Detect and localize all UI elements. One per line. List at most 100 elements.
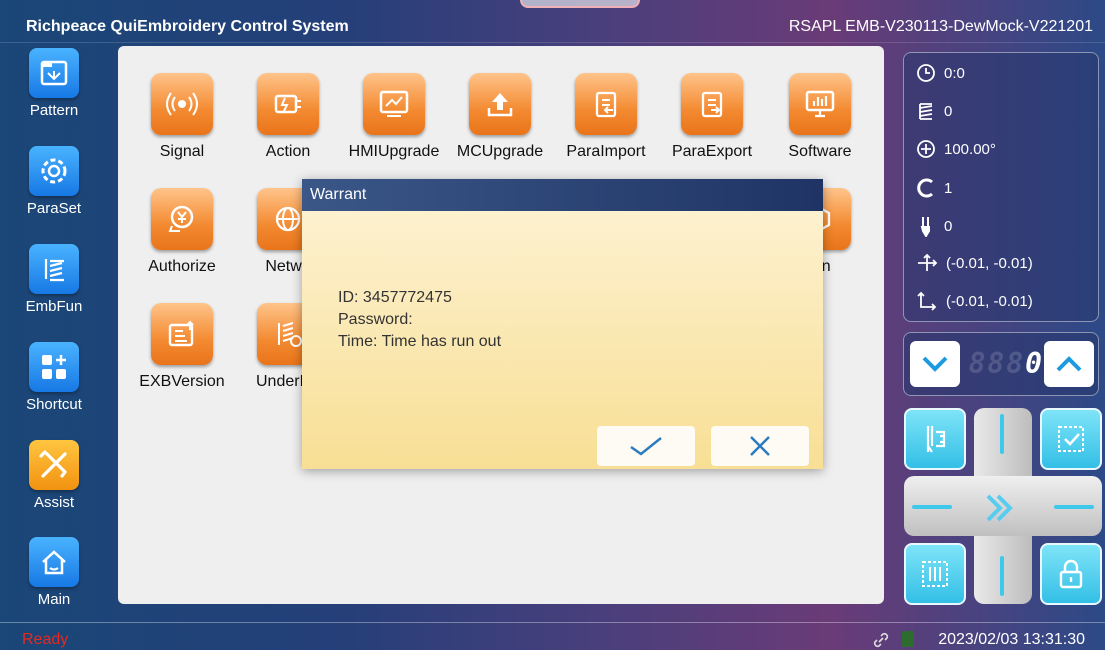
chevron-down-icon — [922, 356, 948, 372]
presser-foot-button[interactable] — [904, 408, 966, 470]
sidebar-item-label: Shortcut — [26, 396, 82, 413]
sidebar-item-label: ParaSet — [26, 200, 82, 217]
speed-forward-button[interactable] — [982, 488, 1022, 533]
hmi-upgrade-icon — [363, 73, 425, 135]
sidebar-item-label: Main — [37, 591, 71, 608]
sidebar-item-paraset[interactable]: ParaSet — [18, 146, 90, 217]
counter-value: 0 — [1025, 347, 1044, 380]
needle-icon — [920, 217, 930, 237]
tile-signal[interactable]: Signal — [129, 73, 235, 161]
status-angle-value: 100.00° — [944, 140, 996, 158]
exb-version-icon — [151, 303, 213, 365]
signal-icon — [151, 73, 213, 135]
tile-mc-upgrade[interactable]: MCUpgrade — [447, 73, 553, 161]
action-icon — [257, 73, 319, 135]
counter-display: 8880 — [964, 347, 1044, 380]
chevron-up-icon — [1056, 356, 1082, 372]
dpad-up-button[interactable] — [1000, 414, 1004, 454]
counter-up-button[interactable] — [1044, 341, 1094, 387]
machine-state-text: Ready — [22, 631, 69, 648]
dpad-left-button[interactable] — [912, 505, 952, 509]
position-cross-icon — [918, 253, 938, 271]
status-c-value: 1 — [944, 179, 953, 197]
status-needle-row: 0 — [916, 215, 952, 237]
tile-software[interactable]: Software — [767, 73, 873, 161]
sidebar-item-label: Pattern — [29, 102, 79, 119]
checkmark-icon — [630, 437, 662, 456]
frame-check-icon — [1058, 426, 1084, 452]
mc-upgrade-icon — [469, 73, 531, 135]
dialog-title: Warrant — [302, 179, 823, 211]
link-icon — [873, 632, 889, 648]
version-label: RSAPL EMB-V230113-DewMock-V221201 — [788, 18, 1093, 35]
tile-label: Signal — [159, 143, 205, 160]
sidebar-item-embfun[interactable]: EmbFun — [18, 244, 90, 315]
home-icon — [29, 537, 79, 587]
dialog-password-text: Password: — [338, 311, 413, 328]
dialog-cancel-button[interactable] — [711, 426, 809, 466]
shortcut-icon — [29, 342, 79, 392]
frame-check-button[interactable] — [1040, 408, 1102, 470]
dpad-right-button[interactable] — [1054, 505, 1094, 509]
status-origin-value: (-0.01, -0.01) — [946, 292, 1033, 310]
status-position-row: (-0.01, -0.01) — [916, 253, 1033, 273]
status-needle-value: 0 — [944, 217, 953, 235]
counter-ghost-digits: 888 — [968, 347, 1026, 380]
dialog-time-text: Time: Time has run out — [338, 333, 502, 350]
software-icon — [789, 73, 851, 135]
status-time-value: 0:0 — [944, 64, 965, 82]
status-position-value: (-0.01, -0.01) — [946, 254, 1033, 272]
gear-icon — [29, 146, 79, 196]
app-title: Richpeace QuiEmbroidery Control System — [26, 18, 349, 35]
presser-foot-icon — [926, 426, 946, 453]
warrant-dialog: Warrant ID: 3457772475 Password: Time: T… — [302, 179, 823, 469]
sidebar-item-assist[interactable]: Assist — [18, 440, 90, 511]
usb-icon — [902, 631, 914, 647]
status-time-row: 0:0 — [916, 63, 965, 83]
angle-icon — [917, 140, 935, 158]
tile-label: EXBVersion — [139, 373, 225, 390]
sidebar-item-label: Assist — [33, 494, 74, 511]
datetime-text: 2023/02/03 13:31:30 — [938, 631, 1085, 648]
top-tab-decoration — [520, 0, 640, 8]
lock-button[interactable] — [1040, 543, 1102, 605]
dialog-ok-button[interactable] — [597, 426, 695, 466]
tile-label: MCUpgrade — [456, 143, 544, 160]
tools-icon — [29, 440, 79, 490]
dpad-down-button[interactable] — [1000, 556, 1004, 596]
app-window: Richpeace QuiEmbroidery Control System R… — [0, 0, 1105, 650]
counter-panel: 8880 — [903, 332, 1099, 396]
machine-status-panel: 0:0 0 100.00° 1 0 (-0.01, -0.01) (-0.01,… — [903, 52, 1099, 322]
status-c-row: 1 — [916, 177, 952, 199]
status-stitches-value: 0 — [944, 102, 953, 120]
tile-label: Authorize — [148, 258, 216, 275]
tile-para-export[interactable]: ParaExport — [659, 73, 765, 161]
authorize-icon — [151, 188, 213, 250]
pattern-frame-button[interactable] — [904, 543, 966, 605]
sidebar-item-shortcut[interactable]: Shortcut — [18, 342, 90, 413]
embroidery-icon — [29, 244, 79, 294]
sidebar-item-pattern[interactable]: Pattern — [18, 48, 90, 119]
para-import-icon — [575, 73, 637, 135]
tile-exb-version[interactable]: EXBVersion — [129, 303, 235, 391]
tile-para-import[interactable]: ParaImport — [553, 73, 659, 161]
lock-icon — [1059, 559, 1083, 589]
status-angle-row: 100.00° — [916, 139, 996, 159]
sidebar-item-main[interactable]: Main — [18, 537, 90, 608]
status-origin-row: (-0.01, -0.01) — [916, 291, 1033, 311]
tile-label: HMIUpgrade — [348, 143, 440, 160]
tile-authorize[interactable]: Authorize — [129, 188, 235, 276]
stitch-count-icon — [919, 103, 933, 120]
counter-down-button[interactable] — [910, 341, 960, 387]
tile-hmi-upgrade[interactable]: HMIUpgrade — [341, 73, 447, 161]
para-export-icon — [681, 73, 743, 135]
status-stitches-row: 0 — [916, 101, 952, 121]
fast-forward-icon — [986, 494, 1013, 522]
sidebar-item-label: EmbFun — [25, 298, 83, 315]
statusbar-divider — [0, 622, 1105, 623]
origin-icon — [917, 291, 937, 311]
tile-action[interactable]: Action — [235, 73, 341, 161]
clock-icon — [917, 64, 935, 82]
tile-label: Software — [788, 143, 852, 160]
pattern-icon — [29, 48, 79, 98]
